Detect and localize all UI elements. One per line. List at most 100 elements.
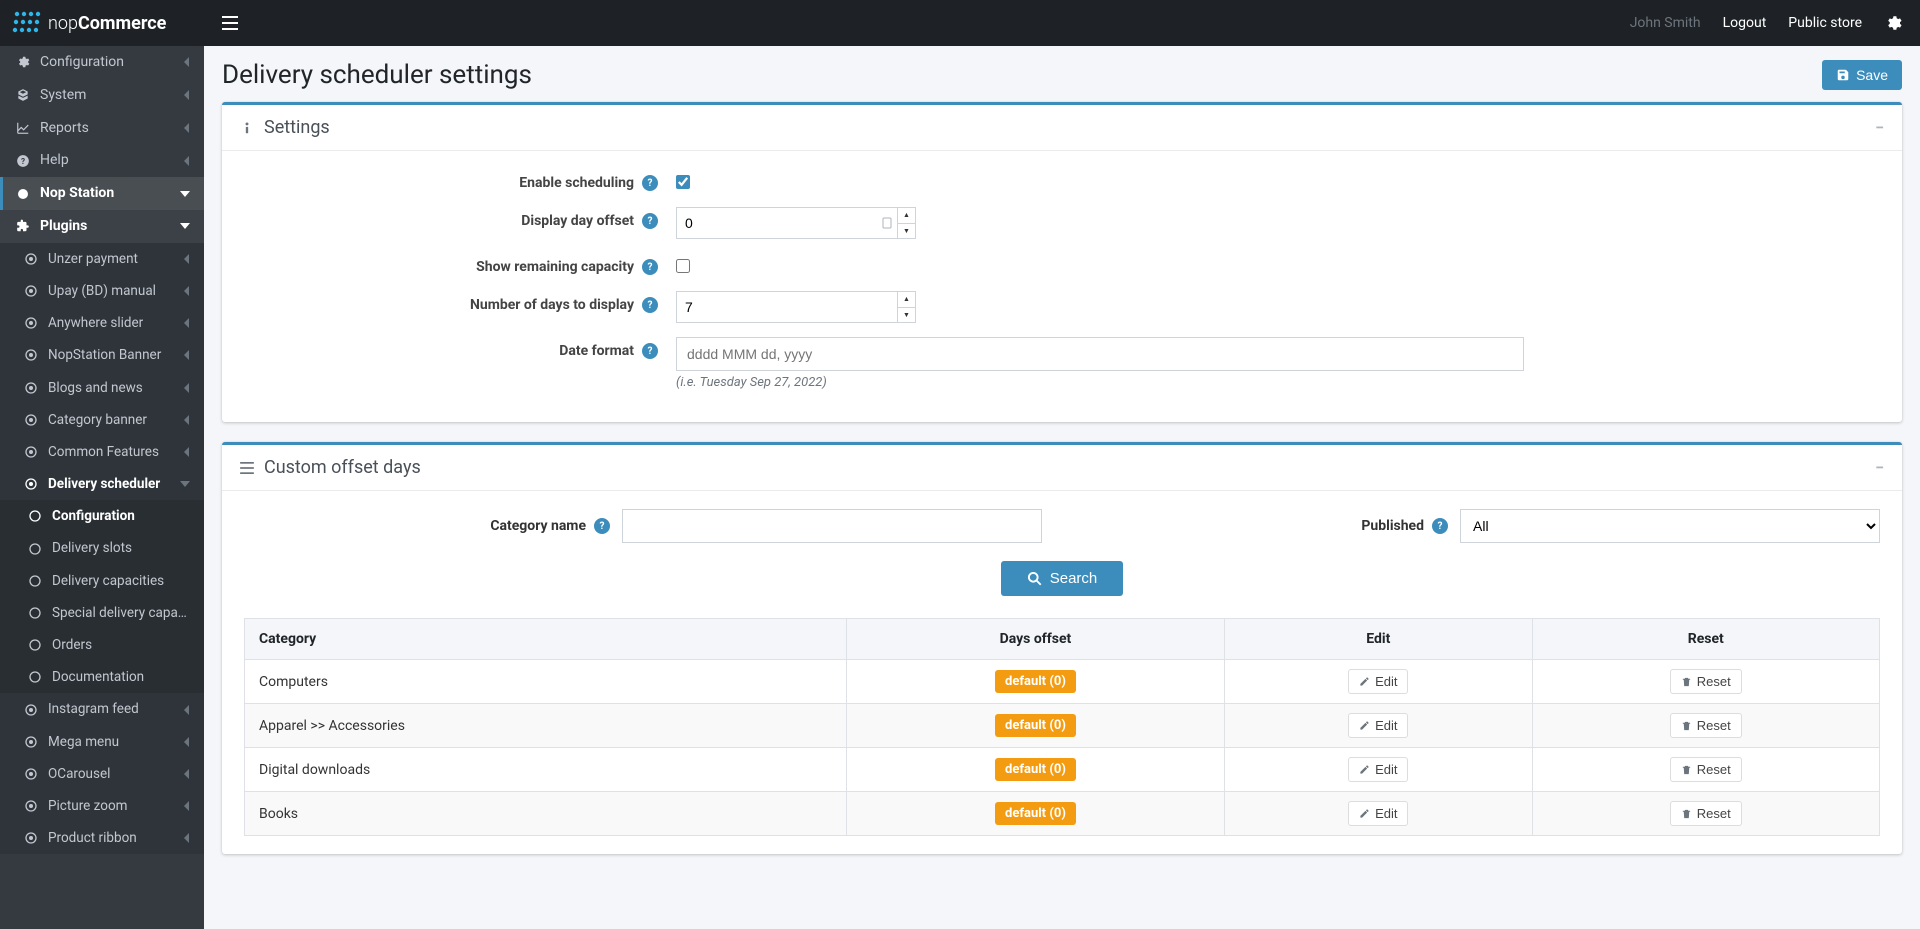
display-day-offset-input[interactable]	[677, 208, 877, 238]
spinner-down-icon[interactable]: ▼	[898, 308, 915, 323]
sidebar-item-instagram-feed[interactable]: Instagram feed	[0, 693, 204, 725]
edit-button[interactable]: Edit	[1348, 669, 1408, 694]
sidebar-item-configuration[interactable]: Configuration	[0, 500, 204, 532]
spinner-up-icon[interactable]: ▲	[898, 208, 915, 224]
sidebar-item-delivery-slots[interactable]: Delivery slots	[0, 532, 204, 564]
chevron-down-icon	[180, 481, 190, 487]
search-button-label: Search	[1050, 570, 1098, 587]
cell-edit: Edit	[1224, 792, 1532, 836]
sidebar-item-nopstation-banner[interactable]: NopStation Banner	[0, 339, 204, 371]
sidebar-item-configuration[interactable]: Configuration	[0, 46, 204, 79]
number-of-days-input[interactable]	[677, 292, 897, 322]
nav-label: Common Features	[48, 444, 184, 460]
date-format-input[interactable]	[676, 337, 1524, 371]
sidebar-item-unzer-payment[interactable]: Unzer payment	[0, 243, 204, 275]
cell-edit: Edit	[1224, 660, 1532, 704]
edit-button[interactable]: Edit	[1348, 713, 1408, 738]
sidebar-item-reports[interactable]: Reports	[0, 112, 204, 145]
help-icon[interactable]: ?	[594, 518, 610, 534]
sidebar-item-anywhere-slider[interactable]: Anywhere slider	[0, 307, 204, 339]
collapse-icon[interactable]: −	[1875, 458, 1884, 477]
active-indicator	[0, 177, 3, 210]
sidebar-item-picture-zoom[interactable]: Picture zoom	[0, 790, 204, 822]
sidebar-item-blogs-and-news[interactable]: Blogs and news	[0, 372, 204, 404]
circle-dot-icon	[22, 317, 40, 329]
sidebar-item-documentation[interactable]: Documentation	[0, 661, 204, 693]
nav-label: Blogs and news	[48, 380, 184, 396]
cell-reset: Reset	[1532, 792, 1879, 836]
th-reset[interactable]: Reset	[1532, 619, 1879, 660]
sidebar-item-upay-bd-manual[interactable]: Upay (BD) manual	[0, 275, 204, 307]
hamburger-icon[interactable]	[222, 16, 238, 30]
nav-label: Delivery capacities	[52, 573, 190, 589]
circle-o-icon	[26, 543, 44, 555]
nav-label: Delivery scheduler	[48, 476, 180, 492]
trash-icon	[1681, 808, 1692, 820]
sidebar-item-delivery-scheduler[interactable]: Delivery scheduler	[0, 468, 204, 500]
number-of-days-label: Number of days to display	[470, 297, 634, 313]
nav-label: Help	[40, 152, 184, 169]
sidebar-item-mega-menu[interactable]: Mega menu	[0, 726, 204, 758]
th-days-offset[interactable]: Days offset	[846, 619, 1224, 660]
circle-o-icon	[26, 575, 44, 587]
sidebar-item-special-delivery-capacities[interactable]: Special delivery capacities	[0, 597, 204, 629]
circle-dot-icon	[22, 478, 40, 490]
circle-o-icon	[26, 671, 44, 683]
reset-button[interactable]: Reset	[1670, 669, 1742, 694]
sidebar: nopCommerce ConfigurationSystemReports?H…	[0, 0, 204, 929]
sidebar-item-nop-station[interactable]: Nop Station	[0, 177, 204, 210]
nav-label: Category banner	[48, 412, 184, 428]
published-select[interactable]: All	[1460, 509, 1880, 543]
nav-label: Orders	[52, 637, 190, 653]
help-icon[interactable]: ?	[642, 343, 658, 359]
numeric-clear-icon[interactable]	[877, 208, 897, 238]
sidebar-item-category-banner[interactable]: Category banner	[0, 404, 204, 436]
sidebar-item-common-features[interactable]: Common Features	[0, 436, 204, 468]
sidebar-item-plugins[interactable]: Plugins	[0, 210, 204, 243]
circle-dot-icon	[22, 382, 40, 394]
th-edit[interactable]: Edit	[1224, 619, 1532, 660]
edit-button[interactable]: Edit	[1348, 801, 1408, 826]
topbar-user[interactable]: John Smith	[1630, 15, 1701, 31]
th-category[interactable]: Category	[245, 619, 847, 660]
help-icon[interactable]: ?	[642, 297, 658, 313]
table-row: Booksdefault (0)EditReset	[245, 792, 1880, 836]
sidebar-item-system[interactable]: System	[0, 79, 204, 112]
sidebar-item-ocarousel[interactable]: OCarousel	[0, 758, 204, 790]
spinner-down-icon[interactable]: ▼	[898, 224, 915, 239]
edit-button[interactable]: Edit	[1348, 757, 1408, 782]
circle-dot-icon	[22, 253, 40, 265]
brand[interactable]: nopCommerce	[0, 0, 204, 46]
collapse-icon[interactable]: −	[1875, 118, 1884, 137]
pencil-icon	[1359, 764, 1370, 775]
help-icon[interactable]: ?	[1432, 518, 1448, 534]
sidebar-item-delivery-capacities[interactable]: Delivery capacities	[0, 565, 204, 597]
enable-scheduling-checkbox[interactable]	[676, 175, 690, 189]
help-icon[interactable]: ?	[642, 213, 658, 229]
nav-label: Plugins	[40, 218, 180, 235]
reset-button[interactable]: Reset	[1670, 713, 1742, 738]
help-icon[interactable]: ?	[642, 175, 658, 191]
settings-gear-icon[interactable]	[1884, 14, 1902, 32]
nav-label: Unzer payment	[48, 251, 184, 267]
show-remaining-capacity-checkbox[interactable]	[676, 259, 690, 273]
topbar: John Smith Logout Public store	[204, 0, 1920, 46]
reset-button[interactable]: Reset	[1670, 801, 1742, 826]
spinner-up-icon[interactable]: ▲	[898, 292, 915, 308]
category-name-input[interactable]	[622, 509, 1042, 543]
public-store-link[interactable]: Public store	[1788, 15, 1862, 31]
logout-link[interactable]: Logout	[1723, 15, 1767, 31]
sidebar-item-product-ribbon[interactable]: Product ribbon	[0, 822, 204, 854]
nav-label: Documentation	[52, 669, 190, 685]
help-icon[interactable]: ?	[642, 259, 658, 275]
reset-button[interactable]: Reset	[1670, 757, 1742, 782]
sidebar-item-help[interactable]: ?Help	[0, 144, 204, 177]
cell-offset: default (0)	[846, 704, 1224, 748]
search-button[interactable]: Search	[1001, 561, 1124, 596]
published-label: Published	[1361, 518, 1424, 534]
sidebar-item-orders[interactable]: Orders	[0, 629, 204, 661]
offset-badge: default (0)	[995, 758, 1076, 781]
cogs-icon	[14, 55, 32, 69]
offset-card-title: Custom offset days	[264, 457, 1875, 478]
save-button[interactable]: Save	[1822, 60, 1902, 90]
